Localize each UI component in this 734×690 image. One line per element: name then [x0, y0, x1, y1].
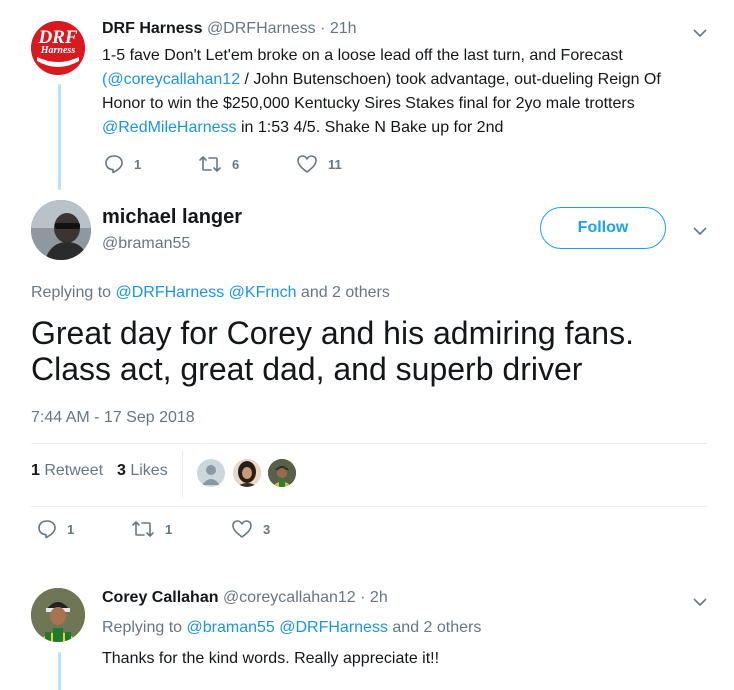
tweet1-like-count: 11	[328, 156, 342, 172]
main-tweet-text: Great day for Corey and his admiring fan…	[31, 315, 711, 387]
divider-top	[31, 443, 707, 444]
divider-bottom	[31, 506, 707, 507]
person-photo-icon	[233, 459, 261, 487]
mention-drfharness[interactable]: @DRFHarness	[116, 284, 225, 301]
tweet1-like-button[interactable]: 11	[296, 154, 396, 174]
replying-prefix: Replying to	[31, 284, 116, 301]
tweet1-header: DRF Harness @DRFHarness · 21h	[102, 20, 357, 38]
reply-header: Corey Callahan @coreycallahan12 · 2h	[102, 589, 388, 607]
tweet1-line1: 1-5 fave Don't Let'em broke on a loose l…	[102, 47, 623, 64]
heart-icon	[297, 155, 317, 173]
like-stat-label: Likes	[125, 462, 168, 479]
main-like-count: 3	[263, 521, 271, 537]
person-photo-icon	[31, 588, 85, 642]
retweet-icon	[199, 156, 221, 172]
tweet1-author-handle[interactable]: @DRFHarness	[207, 20, 316, 37]
mention-kfrnch[interactable]: @KFrnch	[229, 284, 297, 301]
reply-time[interactable]: · 2h	[360, 589, 388, 606]
tweet1-line4: @RedMileHarness in 1:53 4/5. Shake N Bak…	[102, 116, 712, 140]
tweet1-retweet-count: 6	[232, 156, 240, 172]
person-photo-icon	[268, 459, 296, 487]
tweet1-author-name[interactable]: DRF Harness	[102, 20, 202, 37]
tweet1-line4-text: in 1:53 4/5. Shake N Bake up for 2nd	[236, 119, 504, 136]
mention-drfharness-2[interactable]: @DRFHarness	[279, 619, 388, 636]
stats-separator	[182, 451, 183, 497]
main-reply-button[interactable]: 1	[37, 519, 131, 539]
retweet-icon	[132, 521, 154, 537]
drf-logo-subtext: Harness	[40, 45, 76, 56]
main-reply-count: 1	[67, 521, 75, 537]
tweet1-line3: Honor to win the $250,000 Kentucky Sires…	[102, 95, 635, 112]
michael-langer-avatar[interactable]	[31, 200, 91, 260]
tweet1-line2: (@coreycallahan12 / John Butenschoen) to…	[102, 68, 712, 92]
like-stats[interactable]: 3 Likes	[117, 462, 168, 480]
reply-chevron-down-icon[interactable]	[693, 597, 707, 607]
main-author-name[interactable]: michael langer	[102, 206, 242, 229]
liker-avatar-default[interactable]	[197, 459, 225, 487]
thread-line-top	[58, 84, 61, 190]
reply-replying-prefix: Replying to	[102, 619, 187, 636]
thread-line-bottom	[58, 652, 61, 690]
reply-tweet-text: Thanks for the kind words. Really apprec…	[102, 650, 440, 667]
drf-avatar[interactable]: DRF Harness	[31, 21, 85, 75]
mention-braman55[interactable]: @braman55	[187, 619, 275, 636]
default-profile-icon	[202, 465, 220, 485]
tweet1-retweet-button[interactable]: 6	[198, 154, 296, 174]
reply-author-name[interactable]: Corey Callahan	[102, 589, 218, 606]
main-chevron-down-icon[interactable]	[693, 226, 707, 236]
retweet-stats[interactable]: 1 Retweet	[31, 462, 103, 480]
tweet1-actions: 1 6 11	[104, 154, 396, 174]
tweet1-text: 1-5 fave Don't Let'em broke on a loose l…	[102, 44, 712, 140]
tweet1-reply-button[interactable]: 1	[104, 154, 198, 174]
main-retweet-count: 1	[165, 521, 173, 537]
retweet-stat-label: Retweet	[39, 462, 104, 479]
person-photo-icon	[31, 200, 91, 260]
retweet-stat-count: 1	[31, 462, 40, 479]
main-author-handle[interactable]: @braman55	[102, 235, 190, 253]
reply-author-handle[interactable]: @coreycallahan12	[223, 589, 356, 606]
reply-replying-suffix[interactable]: and 2 others	[388, 619, 481, 636]
main-tweet-line2: Class act, great dad, and superb driver	[31, 351, 583, 387]
tweet1-time[interactable]: · 21h	[320, 20, 356, 37]
tweet1-reply-count: 1	[134, 156, 142, 172]
main-tweet-timestamp[interactable]: 7:44 AM - 17 Sep 2018	[31, 409, 195, 427]
main-replying-to: Replying to @DRFHarness @KFrnch and 2 ot…	[31, 284, 390, 302]
mention-redmileharness[interactable]: @RedMileHarness	[102, 119, 237, 136]
mention-coreycallahan12[interactable]: (@coreycallahan12	[102, 71, 240, 88]
heart-icon	[232, 520, 252, 538]
tweet1-line2-text: / John Butenschoen) took advantage, out-…	[240, 71, 661, 88]
tweet1-chevron-down-icon[interactable]	[693, 28, 707, 38]
reply-icon	[105, 155, 123, 174]
liker-avatar-woman[interactable]	[233, 459, 261, 487]
main-tweet-line1: Great day for Corey and his admiring fan…	[31, 315, 634, 351]
like-stat-count: 3	[117, 462, 126, 479]
reply-icon	[38, 520, 56, 539]
liker-avatar-jockey[interactable]	[268, 459, 296, 487]
corey-callahan-avatar[interactable]	[31, 588, 85, 642]
main-retweet-button[interactable]: 1	[131, 519, 231, 539]
main-actions: 1 1 3	[37, 519, 331, 539]
replying-suffix[interactable]: and 2 others	[296, 284, 390, 301]
follow-button[interactable]: Follow	[540, 207, 666, 249]
main-like-button[interactable]: 3	[231, 519, 331, 539]
reply-replying-to: Replying to @braman55 @DRFHarness and 2 …	[102, 619, 481, 637]
